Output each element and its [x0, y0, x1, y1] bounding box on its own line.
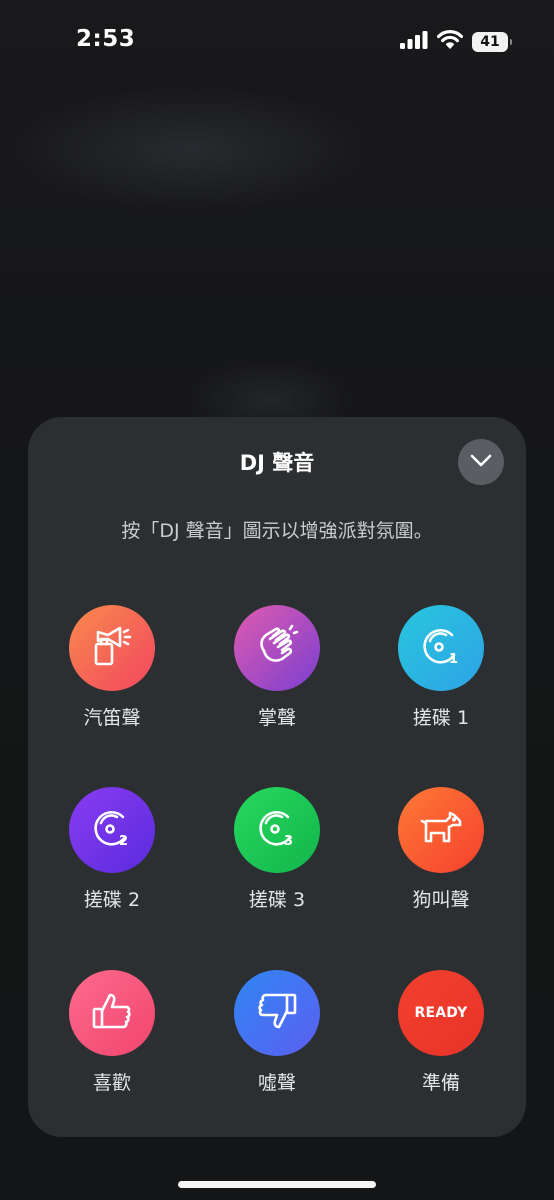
scratch-1-button[interactable]: 1 [398, 605, 484, 691]
ready-button[interactable]: READY [398, 970, 484, 1056]
dog-icon [416, 803, 466, 857]
thumbs-down-icon [253, 987, 301, 1039]
cellular-signal-icon [400, 30, 428, 53]
sheet-subtitle: 按「DJ 聲音」圖示以增強派對氛圍。 [121, 520, 433, 542]
applause-button[interactable] [234, 605, 320, 691]
thumbs-up-icon [88, 987, 136, 1039]
sound-label: 搓碟 3 [248, 889, 306, 911]
sound-air-horn[interactable]: 汽笛聲 [42, 605, 182, 730]
clapping-hands-icon [252, 621, 302, 675]
sound-label: 狗叫聲 [412, 889, 470, 911]
sound-scratch-3[interactable]: 3 搓碟 3 [207, 787, 347, 912]
svg-text:2: 2 [119, 834, 128, 849]
sound-label: 喜歡 [92, 1072, 131, 1094]
sound-like[interactable]: 喜歡 [42, 970, 182, 1095]
svg-text:1: 1 [449, 652, 458, 667]
status-bar: 2:53 41 [0, 0, 554, 84]
sound-label: 搓碟 1 [412, 707, 470, 729]
sound-dog-bark[interactable]: 狗叫聲 [371, 787, 511, 912]
status-icons: 41 [400, 30, 512, 53]
scratch-2-button[interactable]: 2 [69, 787, 155, 873]
air-horn-button[interactable] [69, 605, 155, 691]
chevron-down-icon [470, 453, 492, 472]
scratch-3-button[interactable]: 3 [234, 787, 320, 873]
screen: 2:53 41 DJ 聲音 按「DJ 聲音」圖示以增強派對氛圍。 汽笛聲 掌聲 … [0, 0, 554, 1200]
dog-bark-button[interactable] [398, 787, 484, 873]
sound-scratch-1[interactable]: 1 搓碟 1 [371, 605, 511, 730]
status-time: 2:53 [76, 26, 136, 52]
battery-icon: 41 [472, 31, 512, 52]
svg-text:3: 3 [284, 834, 293, 849]
wifi-icon [436, 30, 464, 53]
scratch-1-icon: 1 [416, 621, 466, 675]
boo-button[interactable] [234, 970, 320, 1056]
sound-label: 噓聲 [257, 1072, 296, 1094]
scratch-3-icon: 3 [252, 803, 302, 857]
sound-label: 汽笛聲 [83, 707, 141, 729]
battery-tip [510, 38, 512, 45]
like-button[interactable] [69, 970, 155, 1056]
home-indicator[interactable] [178, 1181, 376, 1188]
sound-boo[interactable]: 噓聲 [207, 970, 347, 1095]
sound-applause[interactable]: 掌聲 [207, 605, 347, 730]
sound-scratch-2[interactable]: 2 搓碟 2 [42, 787, 182, 912]
sound-label: 準備 [421, 1072, 460, 1094]
ready-icon: READY [414, 1005, 468, 1021]
sound-label: 掌聲 [257, 707, 296, 729]
battery-level: 41 [480, 33, 500, 50]
sound-label: 搓碟 2 [83, 889, 141, 911]
scratch-2-icon: 2 [87, 803, 137, 857]
air-horn-icon [88, 622, 136, 674]
collapse-button[interactable] [458, 439, 504, 485]
sound-ready[interactable]: READY 準備 [371, 970, 511, 1095]
